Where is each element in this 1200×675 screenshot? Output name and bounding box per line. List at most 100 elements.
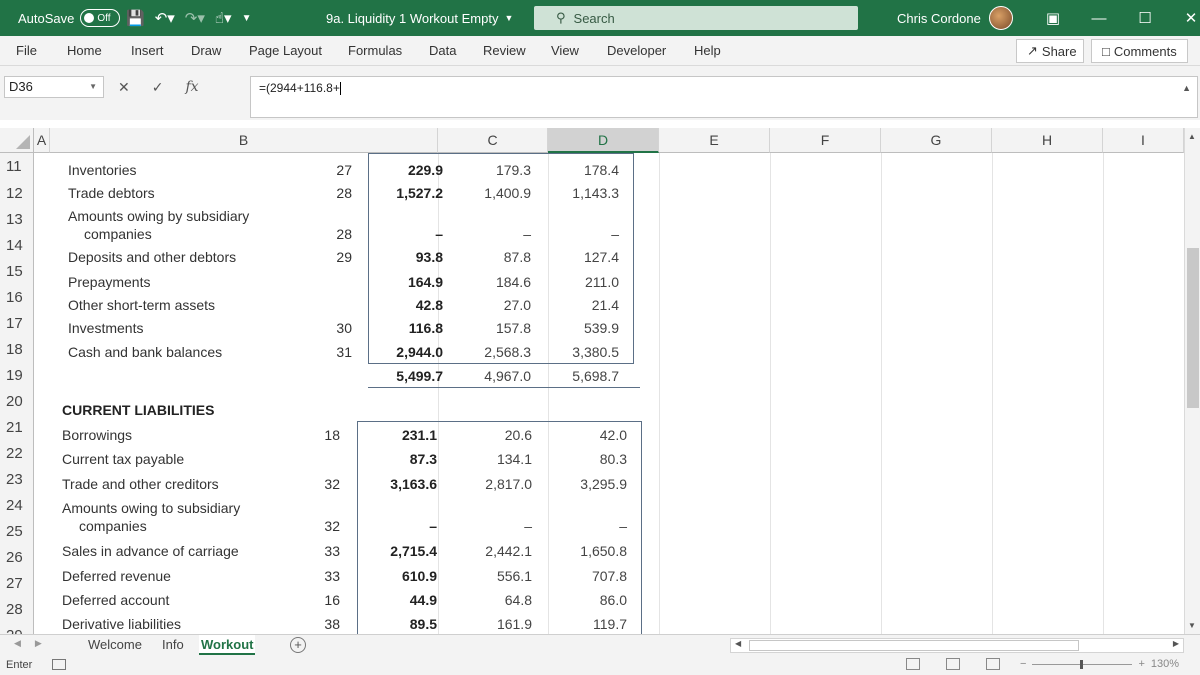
close-icon[interactable]: ✕ <box>1168 9 1200 27</box>
row-header[interactable]: 29 <box>0 623 34 634</box>
row-header[interactable]: 21 <box>0 415 34 441</box>
column-header-i[interactable]: I <box>1103 128 1184 153</box>
row-header[interactable]: 18 <box>0 337 34 363</box>
tab-file[interactable]: File <box>16 36 37 66</box>
note-ref[interactable]: 32 <box>290 518 340 534</box>
column-header-g[interactable]: G <box>881 128 992 153</box>
autosave-toggle[interactable]: Off <box>80 9 121 27</box>
tab-view[interactable]: View <box>551 36 579 66</box>
total-prior-2[interactable]: 5,698.7 <box>549 368 619 384</box>
note-ref[interactable]: 27 <box>302 162 352 178</box>
select-all-corner[interactable] <box>0 128 34 153</box>
row-label[interactable]: Sales in advance of carriage <box>62 543 239 559</box>
tab-developer[interactable]: Developer <box>607 36 666 66</box>
row-header[interactable]: 20 <box>0 389 34 415</box>
user-account[interactable]: Chris Cordone <box>897 0 1013 36</box>
row-header[interactable]: 26 <box>0 545 34 571</box>
row-header[interactable]: 28 <box>0 597 34 623</box>
comments-button[interactable]: □ Comments <box>1091 39 1188 63</box>
row-label[interactable]: Current tax payable <box>62 451 184 467</box>
note-ref[interactable]: 32 <box>290 476 340 492</box>
row-label[interactable]: Deferred account <box>62 592 169 608</box>
row-label[interactable]: Investments <box>68 320 143 336</box>
macro-record-icon[interactable] <box>52 659 66 670</box>
horizontal-scrollbar[interactable]: ◀ ▶ <box>730 638 1184 653</box>
column-header-c[interactable]: C <box>438 128 548 153</box>
touch-mode-icon[interactable]: ☝▾ <box>215 9 232 27</box>
row-label[interactable]: Deposits and other debtors <box>68 249 236 265</box>
row-label[interactable]: Inventories <box>68 162 136 178</box>
row-label[interactable]: companies <box>84 226 152 242</box>
page-break-view-icon[interactable] <box>986 658 1000 670</box>
note-ref[interactable]: 30 <box>302 320 352 336</box>
tab-insert[interactable]: Insert <box>131 36 164 66</box>
sheet-tab-info[interactable]: Info <box>160 635 186 655</box>
row-header[interactable]: 11 <box>0 153 34 181</box>
insert-function-icon[interactable]: fx <box>185 79 198 95</box>
add-sheet-icon[interactable]: + <box>290 637 306 653</box>
row-header[interactable]: 19 <box>0 363 34 389</box>
row-header[interactable]: 25 <box>0 519 34 545</box>
section-heading[interactable]: CURRENT LIABILITIES <box>62 402 214 418</box>
row-header[interactable]: 13 <box>0 207 34 233</box>
tab-home[interactable]: Home <box>67 36 102 66</box>
row-label[interactable]: companies <box>79 518 147 534</box>
tab-review[interactable]: Review <box>483 36 526 66</box>
autosave[interactable]: AutoSave Off <box>18 0 121 36</box>
row-header[interactable]: 16 <box>0 285 34 311</box>
tab-data[interactable]: Data <box>429 36 456 66</box>
row-label[interactable]: Amounts owing by subsidiary <box>68 208 249 224</box>
document-title[interactable]: 9a. Liquidity 1 Workout Empty ▼ <box>326 0 513 36</box>
row-header[interactable]: 14 <box>0 233 34 259</box>
note-ref[interactable]: 28 <box>302 226 352 242</box>
note-ref[interactable]: 33 <box>290 568 340 584</box>
row-label[interactable]: Trade and other creditors <box>62 476 219 492</box>
note-ref[interactable]: 29 <box>302 249 352 265</box>
row-header[interactable]: 12 <box>0 181 34 207</box>
chevron-down-icon[interactable]: ▼ <box>89 77 97 97</box>
zoom-slider[interactable]: − + 130% <box>1020 658 1179 670</box>
total-current-assets[interactable]: 5,499.7 <box>373 368 443 384</box>
row-label[interactable]: Trade debtors <box>68 185 155 201</box>
row-label[interactable]: Amounts owing to subsidiary <box>62 500 240 516</box>
name-box[interactable]: D36 ▼ <box>4 76 104 98</box>
note-ref[interactable]: 33 <box>290 543 340 559</box>
note-ref[interactable]: 38 <box>290 616 340 632</box>
tab-help[interactable]: Help <box>694 36 721 66</box>
row-label[interactable]: Borrowings <box>62 427 132 443</box>
row-label[interactable]: Derivative liabilities <box>62 616 181 632</box>
avatar[interactable] <box>988 6 1013 30</box>
note-ref[interactable]: 28 <box>302 185 352 201</box>
row-header[interactable]: 17 <box>0 311 34 337</box>
sheet-tab-workout[interactable]: Workout <box>199 635 256 655</box>
row-header[interactable]: 24 <box>0 493 34 519</box>
sheet-nav-icons[interactable]: ◀▶ <box>14 638 56 649</box>
tab-page-layout[interactable]: Page Layout <box>249 36 322 66</box>
customize-qat-icon[interactable]: ▼ <box>242 13 252 24</box>
zoom-level[interactable]: 130% <box>1151 658 1179 670</box>
scroll-left-icon[interactable]: ◀ <box>735 639 741 648</box>
vertical-scrollbar[interactable]: ▲ ▼ <box>1184 128 1200 634</box>
row-label[interactable]: Deferred revenue <box>62 568 171 584</box>
column-header-f[interactable]: F <box>770 128 881 153</box>
worksheet-grid[interactable]: A B C D E F G H I 11 12 13 14 15 16 17 1… <box>0 128 1200 634</box>
column-header-h[interactable]: H <box>992 128 1103 153</box>
scroll-thumb[interactable] <box>1187 248 1199 408</box>
row-header[interactable]: 15 <box>0 259 34 285</box>
minimize-icon[interactable]: — <box>1076 10 1122 27</box>
column-header-d[interactable]: D <box>548 128 659 153</box>
enter-icon[interactable]: ✓ <box>152 79 164 96</box>
scroll-thumb[interactable] <box>749 640 1079 651</box>
zoom-in-icon[interactable]: + <box>1138 658 1144 670</box>
cancel-icon[interactable]: ✕ <box>118 79 130 96</box>
note-ref[interactable]: 16 <box>290 592 340 608</box>
formula-input[interactable]: =(2944+116.8+ ▲ <box>250 76 1198 118</box>
row-header[interactable]: 23 <box>0 467 34 493</box>
redo-icon[interactable]: ↷▾ <box>185 9 205 27</box>
sheet-tab-welcome[interactable]: Welcome <box>86 635 144 655</box>
undo-icon[interactable]: ↶▾ <box>155 9 175 27</box>
normal-view-icon[interactable] <box>906 658 920 670</box>
zoom-out-icon[interactable]: − <box>1020 658 1026 670</box>
total-prior[interactable]: 4,967.0 <box>461 368 531 384</box>
page-layout-view-icon[interactable] <box>946 658 960 670</box>
